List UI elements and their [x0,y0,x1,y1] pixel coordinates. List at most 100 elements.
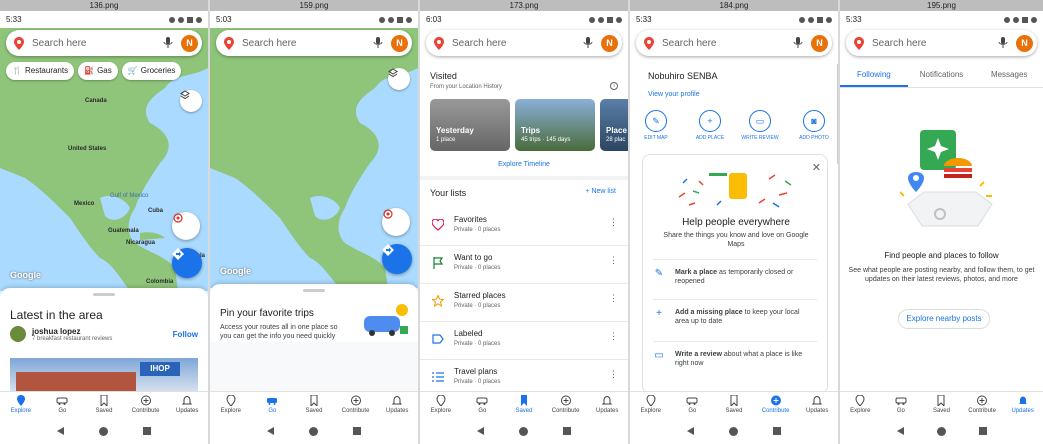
search-bar[interactable]: Search here N [216,30,412,56]
visited-card-trips[interactable]: Trips 45 trips · 145 days [515,99,595,151]
search-bar[interactable]: Search here N [426,30,622,56]
layers-icon[interactable] [388,68,410,90]
list-item[interactable]: Labeled Private · 0 places ⋮ [420,322,628,360]
home-icon[interactable] [98,426,108,436]
nav-explore[interactable]: Explore [840,392,880,418]
directions-button[interactable] [172,248,202,278]
nav-saved[interactable]: Saved [714,392,754,418]
home-icon[interactable] [518,426,528,436]
nav-contribute[interactable]: Contribute [546,392,586,418]
map-view[interactable]: Google [210,28,418,288]
more-icon[interactable]: ⋮ [609,255,618,266]
nav-contribute[interactable]: Contribute [962,392,1002,418]
search-bar[interactable]: Search here N [846,30,1037,56]
new-list-button[interactable]: + New list [585,188,616,195]
layers-icon[interactable] [180,90,202,112]
nav-go[interactable]: Go [462,392,502,418]
list-item[interactable]: Want to go Private · 0 places ⋮ [420,246,628,284]
back-icon[interactable] [477,427,485,435]
mic-icon[interactable] [373,37,383,49]
back-icon[interactable] [267,427,275,435]
my-location-button[interactable] [172,212,200,240]
latest-sheet[interactable]: Latest in the area joshua lopez 7 breakf… [0,288,208,392]
mic-icon[interactable] [583,37,593,49]
mic-icon[interactable] [998,37,1008,49]
edit-map-button[interactable]: ✎ EDIT MAP [636,110,676,141]
search-input[interactable]: Search here [662,38,793,49]
write-review-button[interactable]: ▭ WRITE REVIEW [740,110,780,141]
nav-updates[interactable]: Updates [587,392,627,418]
nav-explore[interactable]: Explore [631,392,671,418]
tab-notifications[interactable]: Notifications [908,62,976,87]
mic-icon[interactable] [793,37,803,49]
avatar[interactable]: N [391,34,408,52]
nav-explore[interactable]: Explore [1,392,41,418]
nav-saved[interactable]: Saved [294,392,334,418]
more-icon[interactable]: ⋮ [609,331,618,342]
nav-contribute[interactable]: Contribute [756,392,796,418]
search-input[interactable]: Search here [452,38,583,49]
visited-card-yesterday[interactable]: Yesterday 1 place [430,99,510,151]
add-photo-button[interactable]: ◙ ADD PHOTO [794,110,834,141]
follow-button[interactable]: Follow [173,330,198,339]
tip-write-review[interactable]: ▭ Write a review about what a place is l… [653,341,817,368]
back-icon[interactable] [687,427,695,435]
tip-add-place[interactable]: + Add a missing place to keep your local… [653,299,817,326]
nav-go[interactable]: Go [252,392,292,418]
nav-saved[interactable]: Saved [84,392,124,418]
avatar[interactable]: N [601,34,618,52]
chip-restaurants[interactable]: 🍴 Restaurants [6,62,75,80]
sheet-handle[interactable] [303,289,325,292]
avatar[interactable]: N [1016,34,1033,52]
nav-updates[interactable]: Updates [377,392,417,418]
info-icon[interactable]: i [610,82,618,90]
recents-icon[interactable] [772,427,781,435]
view-profile-link[interactable]: View your profile [648,91,700,98]
recents-icon[interactable] [142,427,151,435]
nav-go[interactable]: Go [881,392,921,418]
nav-go[interactable]: Go [672,392,712,418]
more-icon[interactable]: ⋮ [609,369,618,380]
list-item[interactable]: Starred places Private · 0 places ⋮ [420,284,628,322]
nav-contribute[interactable]: Contribute [126,392,166,418]
search-input[interactable]: Search here [872,38,998,49]
directions-button[interactable] [382,244,412,274]
list-item[interactable]: Favorites Private · 0 places ⋮ [420,208,628,246]
add-place-button[interactable]: + ADD PLACE [690,110,730,141]
tab-messages[interactable]: Messages [975,62,1043,87]
avatar[interactable]: N [181,34,198,52]
chip-groceries[interactable]: 🛒 Groceries [121,62,182,80]
home-icon[interactable] [308,426,318,436]
tab-following[interactable]: Following [840,62,908,87]
search-input[interactable]: Search here [242,38,373,49]
search-bar[interactable]: Search here N [636,30,832,56]
nav-go[interactable]: Go [42,392,82,418]
search-bar[interactable]: Search here N [6,30,202,56]
nav-saved[interactable]: Saved [921,392,961,418]
post-author[interactable]: joshua lopez 7 breakfast restaurant revi… [10,326,198,342]
more-icon[interactable]: ⋮ [609,217,618,228]
back-icon[interactable] [57,427,65,435]
nav-contribute[interactable]: Contribute [336,392,376,418]
recents-icon[interactable] [352,427,361,435]
explore-timeline-link[interactable]: Explore Timeline [420,161,628,168]
mic-icon[interactable] [163,37,173,49]
trips-sheet[interactable]: Pin your favorite trips Access your rout… [210,284,418,391]
explore-nearby-button[interactable]: Explore nearby posts [898,309,990,329]
nav-updates[interactable]: Updates [797,392,837,418]
nav-explore[interactable]: Explore [211,392,251,418]
avatar[interactable]: N [811,34,828,52]
home-icon[interactable] [728,426,738,436]
recents-icon[interactable] [562,427,571,435]
scrollbar[interactable] [837,64,838,164]
nav-explore[interactable]: Explore [421,392,461,418]
my-location-button[interactable] [382,208,410,236]
sheet-handle[interactable] [93,293,115,296]
chip-gas[interactable]: ⛽ Gas [78,62,118,80]
close-icon[interactable]: ✕ [812,161,821,174]
nav-updates[interactable]: Updates [167,392,207,418]
post-photo[interactable]: IHOP [10,358,198,392]
recents-icon[interactable] [978,427,987,435]
home-icon[interactable] [936,426,946,436]
nav-saved[interactable]: Saved [504,392,544,418]
